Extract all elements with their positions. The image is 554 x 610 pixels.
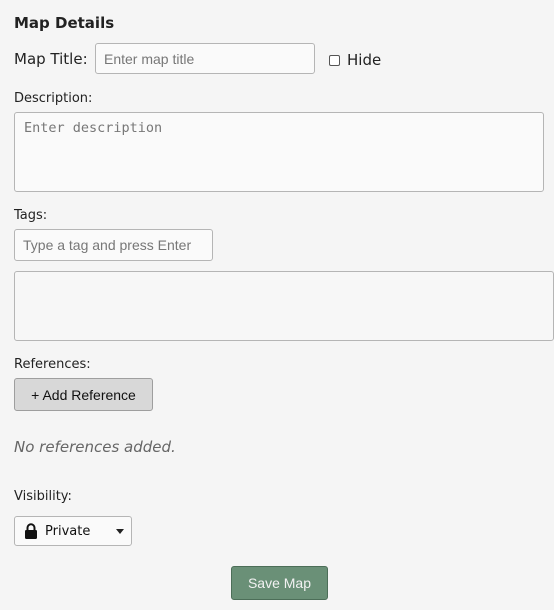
- references-label: References:: [14, 357, 91, 372]
- add-reference-button[interactable]: + Add Reference: [14, 378, 153, 411]
- visibility-label: Visibility:: [14, 489, 72, 504]
- save-map-button[interactable]: Save Map: [231, 566, 328, 600]
- map-title-label: Map Title:: [14, 50, 88, 68]
- tags-container: [14, 271, 554, 341]
- map-title-row: Map Title:: [14, 43, 88, 75]
- map-title-input[interactable]: [95, 43, 315, 74]
- description-label: Description:: [14, 91, 93, 106]
- hide-toggle[interactable]: Hide: [329, 50, 381, 70]
- description-textarea[interactable]: [14, 112, 544, 192]
- lock-icon: [25, 523, 37, 539]
- hide-checkbox[interactable]: [329, 54, 340, 66]
- chevron-down-icon: [116, 529, 124, 534]
- visibility-select[interactable]: Private: [14, 516, 132, 546]
- no-references-text: No references added.: [14, 438, 176, 456]
- tag-input[interactable]: [14, 229, 213, 261]
- visibility-value: Private: [45, 523, 91, 539]
- hide-label: Hide: [347, 51, 382, 69]
- section-title: Map Details: [14, 14, 115, 32]
- map-details-panel: Map Details Map Title: Hide Description:…: [0, 0, 554, 610]
- tags-label: Tags:: [14, 208, 48, 223]
